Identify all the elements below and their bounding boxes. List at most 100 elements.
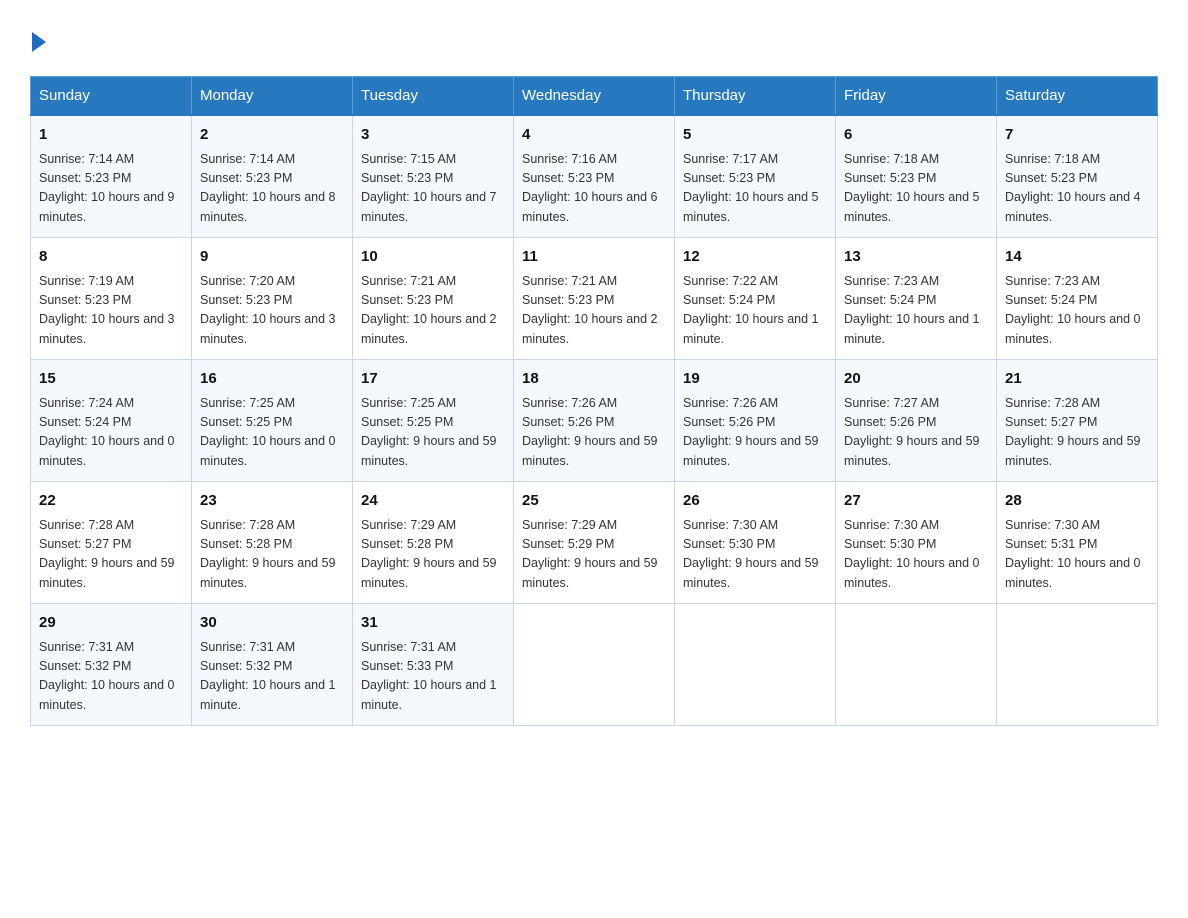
calendar-cell: 13 Sunrise: 7:23 AMSunset: 5:24 PMDayligh… (836, 238, 997, 360)
calendar-cell: 16 Sunrise: 7:25 AMSunset: 5:25 PMDayligh… (192, 360, 353, 482)
calendar-header-tuesday: Tuesday (353, 77, 514, 116)
day-info: Sunrise: 7:31 AMSunset: 5:32 PMDaylight:… (39, 638, 183, 716)
calendar-cell: 9Sunrise: 7:20 AMSunset: 5:23 PMDaylight… (192, 238, 353, 360)
calendar-cell: 22 Sunrise: 7:28 AMSunset: 5:27 PMDayligh… (31, 482, 192, 604)
calendar-cell: 15 Sunrise: 7:24 AMSunset: 5:24 PMDayligh… (31, 360, 192, 482)
day-number: 30 (200, 612, 344, 635)
calendar-cell: 14 Sunrise: 7:23 AMSunset: 5:24 PMDayligh… (997, 238, 1158, 360)
day-number: 27 (844, 490, 988, 513)
calendar-week-row: 29 Sunrise: 7:31 AMSunset: 5:32 PMDayligh… (31, 604, 1158, 726)
calendar-cell: 10 Sunrise: 7:21 AMSunset: 5:23 PMDayligh… (353, 238, 514, 360)
calendar-cell: 17 Sunrise: 7:25 AMSunset: 5:25 PMDayligh… (353, 360, 514, 482)
day-number: 11 (522, 246, 666, 269)
calendar-cell: 5 Sunrise: 7:17 AMSunset: 5:23 PMDaylight… (675, 115, 836, 238)
day-info: Sunrise: 7:25 AMSunset: 5:25 PMDaylight:… (361, 394, 505, 472)
day-info: Sunrise: 7:29 AMSunset: 5:29 PMDaylight:… (522, 516, 666, 594)
day-info: Sunrise: 7:21 AMSunset: 5:23 PMDaylight:… (522, 272, 666, 350)
day-info: Sunrise: 7:17 AMSunset: 5:23 PMDaylight:… (683, 150, 827, 228)
calendar-header-sunday: Sunday (31, 77, 192, 116)
day-number: 5 (683, 124, 827, 147)
day-info: Sunrise: 7:30 AMSunset: 5:30 PMDaylight:… (683, 516, 827, 594)
day-info: Sunrise: 7:31 AMSunset: 5:32 PMDaylight:… (200, 638, 344, 716)
calendar-cell (997, 604, 1158, 726)
day-info: Sunrise: 7:20 AMSunset: 5:23 PMDaylight:… (200, 272, 344, 350)
calendar-cell: 26 Sunrise: 7:30 AMSunset: 5:30 PMDayligh… (675, 482, 836, 604)
day-info: Sunrise: 7:25 AMSunset: 5:25 PMDaylight:… (200, 394, 344, 472)
calendar-cell: 29 Sunrise: 7:31 AMSunset: 5:32 PMDayligh… (31, 604, 192, 726)
calendar-header-saturday: Saturday (997, 77, 1158, 116)
day-info: Sunrise: 7:31 AMSunset: 5:33 PMDaylight:… (361, 638, 505, 716)
calendar-cell: 31 Sunrise: 7:31 AMSunset: 5:33 PMDayligh… (353, 604, 514, 726)
calendar-cell: 21 Sunrise: 7:28 AMSunset: 5:27 PMDayligh… (997, 360, 1158, 482)
day-info: Sunrise: 7:26 AMSunset: 5:26 PMDaylight:… (522, 394, 666, 472)
calendar-cell (836, 604, 997, 726)
day-number: 3 (361, 124, 505, 147)
day-number: 13 (844, 246, 988, 269)
day-info: Sunrise: 7:24 AMSunset: 5:24 PMDaylight:… (39, 394, 183, 472)
day-info: Sunrise: 7:15 AMSunset: 5:23 PMDaylight:… (361, 150, 505, 228)
day-number: 28 (1005, 490, 1149, 513)
day-number: 14 (1005, 246, 1149, 269)
day-number: 23 (200, 490, 344, 513)
day-number: 19 (683, 368, 827, 391)
calendar-cell (675, 604, 836, 726)
calendar-header-thursday: Thursday (675, 77, 836, 116)
day-number: 26 (683, 490, 827, 513)
calendar-cell: 7Sunrise: 7:18 AMSunset: 5:23 PMDaylight… (997, 115, 1158, 238)
day-info: Sunrise: 7:21 AMSunset: 5:23 PMDaylight:… (361, 272, 505, 350)
day-info: Sunrise: 7:28 AMSunset: 5:28 PMDaylight:… (200, 516, 344, 594)
calendar-cell: 11 Sunrise: 7:21 AMSunset: 5:23 PMDayligh… (514, 238, 675, 360)
calendar-table: SundayMondayTuesdayWednesdayThursdayFrid… (30, 76, 1158, 726)
day-number: 8 (39, 246, 183, 269)
day-info: Sunrise: 7:14 AMSunset: 5:23 PMDaylight:… (200, 150, 344, 228)
logo-block (30, 30, 46, 56)
calendar-cell: 18 Sunrise: 7:26 AMSunset: 5:26 PMDayligh… (514, 360, 675, 482)
day-number: 17 (361, 368, 505, 391)
day-info: Sunrise: 7:22 AMSunset: 5:24 PMDaylight:… (683, 272, 827, 350)
calendar-cell: 30 Sunrise: 7:31 AMSunset: 5:32 PMDayligh… (192, 604, 353, 726)
day-number: 29 (39, 612, 183, 635)
calendar-week-row: 1Sunrise: 7:14 AMSunset: 5:23 PMDaylight… (31, 115, 1158, 238)
day-info: Sunrise: 7:18 AMSunset: 5:23 PMDaylight:… (844, 150, 988, 228)
calendar-cell: 25Sunrise: 7:29 AMSunset: 5:29 PMDayligh… (514, 482, 675, 604)
day-number: 22 (39, 490, 183, 513)
day-info: Sunrise: 7:27 AMSunset: 5:26 PMDaylight:… (844, 394, 988, 472)
calendar-cell: 1Sunrise: 7:14 AMSunset: 5:23 PMDaylight… (31, 115, 192, 238)
day-info: Sunrise: 7:28 AMSunset: 5:27 PMDaylight:… (1005, 394, 1149, 472)
calendar-cell: 27 Sunrise: 7:30 AMSunset: 5:30 PMDayligh… (836, 482, 997, 604)
day-number: 18 (522, 368, 666, 391)
logo (30, 30, 46, 56)
calendar-cell: 2 Sunrise: 7:14 AMSunset: 5:23 PMDaylight… (192, 115, 353, 238)
calendar-cell: 24 Sunrise: 7:29 AMSunset: 5:28 PMDayligh… (353, 482, 514, 604)
day-info: Sunrise: 7:23 AMSunset: 5:24 PMDaylight:… (844, 272, 988, 350)
day-info: Sunrise: 7:23 AMSunset: 5:24 PMDaylight:… (1005, 272, 1149, 350)
calendar-cell: 8 Sunrise: 7:19 AMSunset: 5:23 PMDaylight… (31, 238, 192, 360)
day-info: Sunrise: 7:29 AMSunset: 5:28 PMDaylight:… (361, 516, 505, 594)
day-number: 15 (39, 368, 183, 391)
day-info: Sunrise: 7:30 AMSunset: 5:30 PMDaylight:… (844, 516, 988, 594)
day-number: 31 (361, 612, 505, 635)
logo-arrow-icon (32, 32, 46, 52)
page-header (30, 20, 1158, 56)
calendar-header-wednesday: Wednesday (514, 77, 675, 116)
day-number: 2 (200, 124, 344, 147)
calendar-cell: 12Sunrise: 7:22 AMSunset: 5:24 PMDayligh… (675, 238, 836, 360)
day-info: Sunrise: 7:18 AMSunset: 5:23 PMDaylight:… (1005, 150, 1149, 228)
day-number: 4 (522, 124, 666, 147)
calendar-week-row: 8 Sunrise: 7:19 AMSunset: 5:23 PMDaylight… (31, 238, 1158, 360)
day-info: Sunrise: 7:28 AMSunset: 5:27 PMDaylight:… (39, 516, 183, 594)
calendar-cell (514, 604, 675, 726)
day-number: 24 (361, 490, 505, 513)
calendar-cell: 4 Sunrise: 7:16 AMSunset: 5:23 PMDaylight… (514, 115, 675, 238)
day-info: Sunrise: 7:19 AMSunset: 5:23 PMDaylight:… (39, 272, 183, 350)
calendar-cell: 6Sunrise: 7:18 AMSunset: 5:23 PMDaylight… (836, 115, 997, 238)
day-number: 16 (200, 368, 344, 391)
day-number: 21 (1005, 368, 1149, 391)
calendar-header-friday: Friday (836, 77, 997, 116)
calendar-week-row: 22 Sunrise: 7:28 AMSunset: 5:27 PMDayligh… (31, 482, 1158, 604)
calendar-cell: 23 Sunrise: 7:28 AMSunset: 5:28 PMDayligh… (192, 482, 353, 604)
day-number: 10 (361, 246, 505, 269)
calendar-cell: 3 Sunrise: 7:15 AMSunset: 5:23 PMDaylight… (353, 115, 514, 238)
day-info: Sunrise: 7:16 AMSunset: 5:23 PMDaylight:… (522, 150, 666, 228)
day-info: Sunrise: 7:26 AMSunset: 5:26 PMDaylight:… (683, 394, 827, 472)
